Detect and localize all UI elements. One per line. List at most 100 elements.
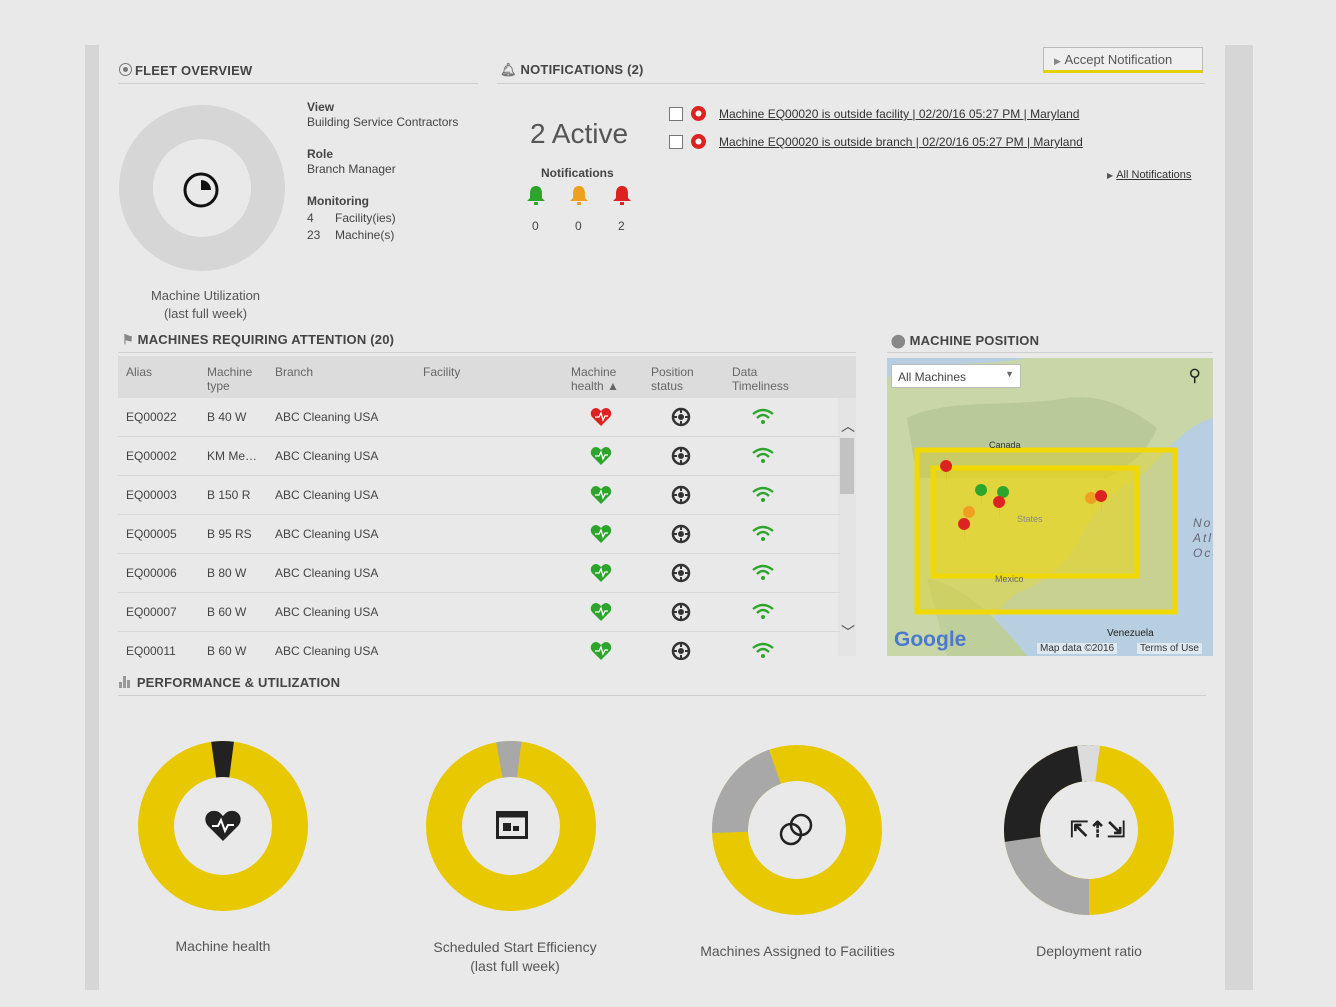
role-value: Branch Manager bbox=[307, 162, 396, 176]
cell-branch: ABC Cleaning USA bbox=[275, 605, 379, 619]
notifications-title: 🔔︎ NOTIFICATIONS (2) bbox=[500, 62, 644, 77]
utilization-label: Machine Utilization (last full week) bbox=[150, 288, 261, 321]
cell-machine-type: B 150 R bbox=[207, 488, 251, 502]
all-notifications-link[interactable]: ▶ All Notifications bbox=[1107, 169, 1191, 181]
data-timeliness-wifi-icon bbox=[752, 447, 774, 468]
active-count: 2 Active bbox=[530, 118, 629, 149]
machine-position-title: ⬤ MACHINE POSITION bbox=[891, 333, 1040, 348]
scroll-thumb[interactable] bbox=[840, 438, 854, 494]
google-logo: Google bbox=[894, 628, 967, 651]
cell-machine-type: B 40 W bbox=[207, 410, 247, 424]
left-gutter bbox=[85, 45, 99, 990]
facilities-count: 4 bbox=[307, 211, 314, 225]
map-label-canada: Canada bbox=[989, 440, 1021, 450]
table-row[interactable]: EQ00002 KM Me… ABC Cleaning USA bbox=[118, 437, 840, 476]
cell-branch: ABC Cleaning USA bbox=[275, 488, 379, 502]
notification-link[interactable]: Machine EQ00020 is outside branch | 02/2… bbox=[719, 135, 1083, 149]
scroll-up-icon[interactable]: ︿ bbox=[841, 416, 855, 436]
notification-checkbox[interactable] bbox=[669, 107, 683, 121]
col-position-status[interactable]: Position status bbox=[651, 365, 694, 393]
cell-machine-type: B 95 RS bbox=[207, 527, 252, 541]
accept-notification-button[interactable]: ▶ Accept Notification bbox=[1043, 47, 1203, 73]
search-icon[interactable]: ⚲ bbox=[1189, 366, 1201, 386]
orange-bell-icon bbox=[570, 186, 588, 205]
bar-chart-icon bbox=[119, 676, 133, 688]
map-label-atlantic: NoAtlaOce bbox=[1193, 516, 1213, 560]
position-status-icon bbox=[671, 524, 691, 547]
triangle-icon: ▶ bbox=[1107, 171, 1114, 180]
clock-icon bbox=[183, 172, 219, 208]
table-row[interactable]: EQ00005 B 95 RS ABC Cleaning USA bbox=[118, 515, 840, 554]
map-terms-link[interactable]: Terms of Use bbox=[1137, 643, 1202, 654]
map-label-venezuela: Venezuela bbox=[1107, 628, 1154, 639]
target-icon bbox=[119, 63, 132, 76]
table-row[interactable]: EQ00007 B 60 W ABC Cleaning USA bbox=[118, 593, 840, 632]
health-heart-icon bbox=[590, 407, 612, 430]
table-scrollbar[interactable]: ︿ ﹀ bbox=[838, 398, 856, 656]
scheduled-start-label: Scheduled Start Efficiency (last full we… bbox=[433, 939, 597, 974]
machine-map[interactable]: All Machines ▼ ⚲ Canada States Mexico Ve… bbox=[887, 358, 1213, 656]
red-count: 2 bbox=[618, 219, 625, 233]
flag-icon: ⚑ bbox=[122, 332, 134, 347]
cell-branch: ABC Cleaning USA bbox=[275, 527, 379, 541]
position-status-icon bbox=[671, 563, 691, 586]
cell-alias: EQ00003 bbox=[126, 488, 177, 502]
health-heart-icon bbox=[590, 563, 612, 586]
bell-icon: 🔔︎ bbox=[500, 62, 517, 77]
green-count: 0 bbox=[532, 219, 539, 233]
performance-title: PERFORMANCE & UTILIZATION bbox=[119, 675, 340, 690]
machines-label: Machine(s) bbox=[335, 228, 395, 242]
col-branch[interactable]: Branch bbox=[275, 365, 313, 379]
notification-checkbox[interactable] bbox=[669, 135, 683, 149]
divider bbox=[118, 352, 856, 353]
map-attribution: Map data ©2016 bbox=[1037, 643, 1118, 654]
assigned-label: Machines Assigned to Facilities bbox=[700, 943, 895, 959]
cell-branch: ABC Cleaning USA bbox=[275, 566, 379, 580]
alert-icon bbox=[691, 106, 706, 121]
red-bell-icon bbox=[613, 186, 631, 205]
view-value: Building Service Contractors bbox=[307, 115, 459, 129]
cell-machine-type: B 60 W bbox=[207, 644, 247, 658]
position-status-icon bbox=[671, 602, 691, 625]
view-label: View bbox=[307, 100, 335, 114]
col-facility[interactable]: Facility bbox=[423, 365, 460, 379]
col-data-timeliness[interactable]: Data Timeliness bbox=[732, 365, 789, 393]
table-row[interactable]: EQ00006 B 80 W ABC Cleaning USA bbox=[118, 554, 840, 593]
pin-icon: ⬤ bbox=[891, 333, 906, 348]
col-machine-health[interactable]: Machine health ▲ bbox=[571, 365, 619, 393]
scroll-down-icon[interactable]: ﹀ bbox=[841, 622, 855, 642]
health-heart-icon bbox=[590, 602, 612, 625]
data-timeliness-wifi-icon bbox=[752, 603, 774, 624]
position-status-icon bbox=[671, 446, 691, 469]
machine-filter-select[interactable]: All Machines ▼ bbox=[891, 364, 1021, 388]
position-status-icon bbox=[671, 485, 691, 508]
notification-link[interactable]: Machine EQ00020 is outside facility | 02… bbox=[719, 107, 1079, 121]
role-label: Role bbox=[307, 147, 334, 161]
orange-count: 0 bbox=[575, 219, 582, 233]
divider bbox=[497, 83, 1205, 84]
cell-alias: EQ00002 bbox=[126, 449, 177, 463]
map-label-mexico: Mexico bbox=[995, 574, 1024, 584]
cell-alias: EQ00006 bbox=[126, 566, 177, 580]
monitoring-label: Monitoring bbox=[307, 194, 369, 208]
col-machine-type[interactable]: Machine type bbox=[207, 365, 252, 393]
play-icon: ▶ bbox=[1054, 56, 1061, 66]
table-row[interactable]: EQ00003 B 150 R ABC Cleaning USA bbox=[118, 476, 840, 515]
cell-alias: EQ00005 bbox=[126, 527, 177, 541]
cell-alias: EQ00022 bbox=[126, 410, 177, 424]
cell-machine-type: B 60 W bbox=[207, 605, 247, 619]
table-clip bbox=[118, 660, 840, 674]
map-canvas[interactable] bbox=[887, 358, 1213, 656]
machines-count: 23 bbox=[307, 228, 321, 242]
fleet-overview-title: FLEET OVERVIEW bbox=[119, 62, 252, 78]
facilities-label: Facility(ies) bbox=[335, 211, 396, 225]
col-alias[interactable]: Alias bbox=[126, 365, 152, 379]
calendar-icon bbox=[496, 811, 528, 839]
table-row[interactable]: EQ00022 B 40 W ABC Cleaning USA bbox=[118, 398, 840, 437]
divider bbox=[118, 83, 478, 84]
data-timeliness-wifi-icon bbox=[752, 525, 774, 546]
divider bbox=[118, 695, 1206, 696]
chevron-down-icon: ▼ bbox=[1005, 369, 1014, 379]
green-bell-icon bbox=[527, 186, 545, 205]
notifications-sub: Notifications bbox=[541, 166, 614, 180]
